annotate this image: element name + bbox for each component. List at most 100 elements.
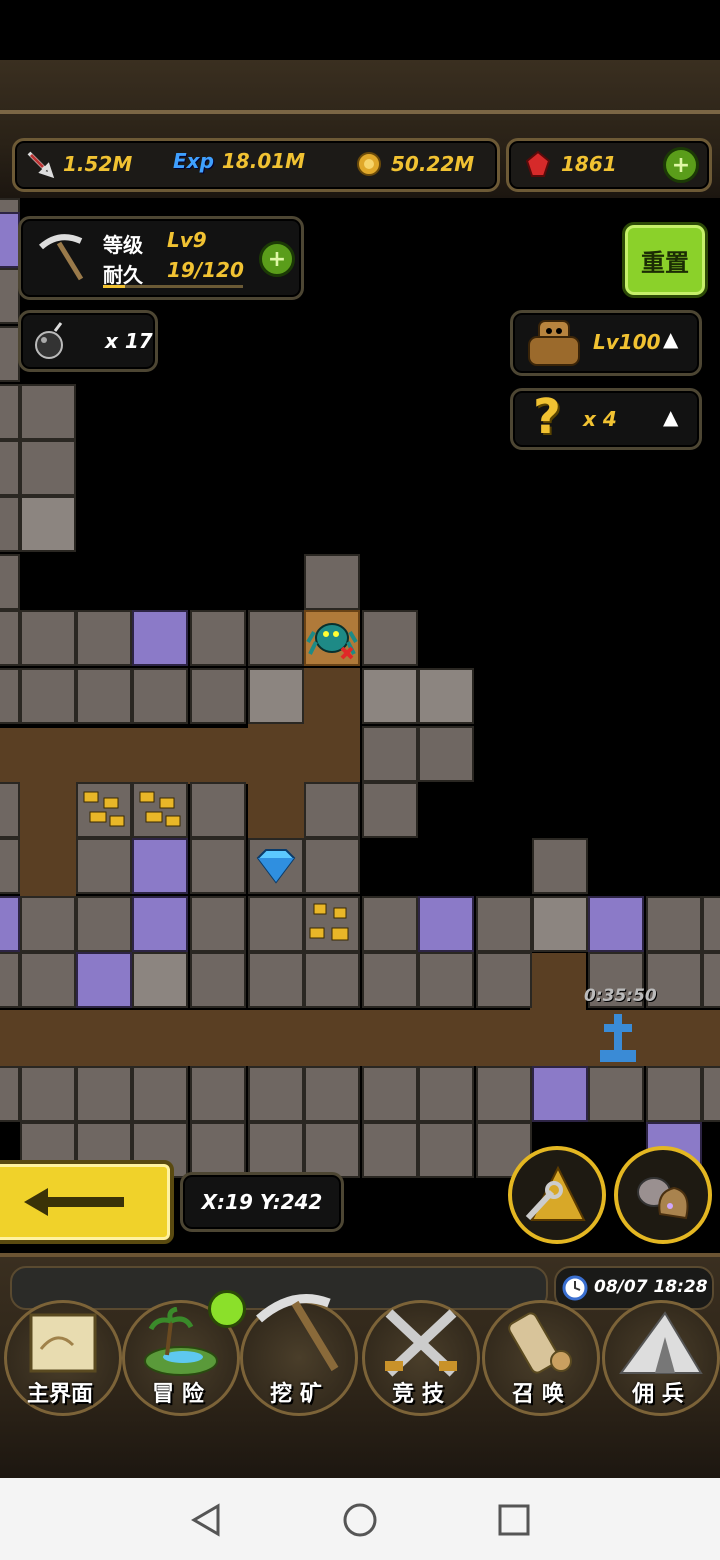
rock-tile[interactable] xyxy=(76,610,132,666)
rock-tile[interactable] xyxy=(76,1066,132,1122)
home-circle-icon[interactable] xyxy=(342,1502,378,1538)
rock-tile[interactable] xyxy=(0,1066,20,1122)
rock-tile[interactable] xyxy=(0,268,20,324)
amethyst-tile[interactable] xyxy=(532,1066,588,1122)
rock-tile[interactable] xyxy=(76,838,132,894)
rock-tile[interactable] xyxy=(702,952,720,1008)
rock-tile[interactable] xyxy=(362,726,418,782)
reset-button[interactable]: 重置 xyxy=(622,222,708,298)
rock-tile[interactable] xyxy=(248,610,304,666)
rock-tile[interactable] xyxy=(304,1066,360,1122)
rock-tile[interactable] xyxy=(76,896,132,952)
rock-tile[interactable] xyxy=(0,838,20,894)
ore-bag-button[interactable] xyxy=(614,1146,712,1244)
bomb-panel[interactable]: x 17 xyxy=(18,310,158,372)
gold-ore-tile[interactable] xyxy=(132,782,188,838)
amethyst-tile[interactable] xyxy=(588,896,644,952)
rock-tile[interactable] xyxy=(132,1066,188,1122)
rock-tile[interactable] xyxy=(362,610,418,666)
rock-tile[interactable] xyxy=(20,610,76,666)
rock-tile[interactable] xyxy=(304,554,360,610)
rock-tile[interactable] xyxy=(248,1122,304,1178)
rock-tile[interactable] xyxy=(418,1066,474,1122)
rock-tile[interactable] xyxy=(190,782,246,838)
rock-tile[interactable] xyxy=(248,952,304,1008)
rock-tile[interactable] xyxy=(362,896,418,952)
rock-tile[interactable] xyxy=(190,610,246,666)
rock-tile[interactable] xyxy=(702,896,720,952)
rock-tile[interactable] xyxy=(304,838,360,894)
rock-tile[interactable] xyxy=(190,1066,246,1122)
rock-tile[interactable] xyxy=(20,384,76,440)
rock-tile[interactable] xyxy=(532,896,588,952)
rock-tile[interactable] xyxy=(190,838,246,894)
rock-tile[interactable] xyxy=(20,496,76,552)
rock-tile[interactable] xyxy=(304,1122,360,1178)
rock-tile[interactable] xyxy=(0,782,20,838)
rock-tile[interactable] xyxy=(362,1066,418,1122)
amethyst-tile[interactable] xyxy=(418,896,474,952)
back-button[interactable] xyxy=(0,1160,174,1244)
gold-ore-tile[interactable] xyxy=(304,896,360,952)
rock-tile[interactable] xyxy=(0,440,20,496)
rock-tile[interactable] xyxy=(0,326,20,382)
rock-tile[interactable] xyxy=(20,668,76,724)
rock-tile[interactable] xyxy=(0,554,20,610)
rock-tile[interactable] xyxy=(132,952,188,1008)
rock-tile[interactable] xyxy=(0,668,20,724)
rock-tile[interactable] xyxy=(702,1066,720,1122)
rock-tile[interactable] xyxy=(476,952,532,1008)
rock-tile[interactable] xyxy=(646,1066,702,1122)
rock-tile[interactable] xyxy=(0,952,20,1008)
camp-tools-button[interactable] xyxy=(508,1146,606,1244)
expand-up-icon[interactable]: ▲ xyxy=(663,327,678,351)
rock-tile[interactable] xyxy=(76,668,132,724)
rock-tile[interactable] xyxy=(304,782,360,838)
rock-tile[interactable] xyxy=(362,1122,418,1178)
recents-square-icon[interactable] xyxy=(496,1502,532,1538)
add-gems-button[interactable]: + xyxy=(663,147,699,183)
rock-tile[interactable] xyxy=(0,384,20,440)
amethyst-tile[interactable] xyxy=(76,952,132,1008)
rock-tile[interactable] xyxy=(0,496,20,552)
amethyst-tile[interactable] xyxy=(0,212,20,268)
expand-up-icon[interactable]: ▲ xyxy=(663,405,678,429)
rock-tile[interactable] xyxy=(190,896,246,952)
rock-tile[interactable] xyxy=(362,782,418,838)
rock-tile[interactable] xyxy=(20,440,76,496)
amethyst-tile[interactable] xyxy=(132,838,188,894)
rock-tile[interactable] xyxy=(532,838,588,894)
monster-tile[interactable] xyxy=(304,610,360,666)
rock-tile[interactable] xyxy=(304,952,360,1008)
rock-tile[interactable] xyxy=(362,668,418,724)
rock-tile[interactable] xyxy=(418,1122,474,1178)
golem-panel[interactable]: Lv100 ▲ xyxy=(510,310,702,376)
rock-tile[interactable] xyxy=(588,1066,644,1122)
rock-tile[interactable] xyxy=(418,668,474,724)
rock-tile[interactable] xyxy=(476,1066,532,1122)
rock-tile[interactable] xyxy=(248,668,304,724)
gold-ore-tile[interactable] xyxy=(76,782,132,838)
rock-tile[interactable] xyxy=(20,952,76,1008)
rock-tile[interactable] xyxy=(418,726,474,782)
rock-tile[interactable] xyxy=(362,952,418,1008)
rock-tile[interactable] xyxy=(248,896,304,952)
rock-tile[interactable] xyxy=(20,896,76,952)
rock-tile[interactable] xyxy=(20,1066,76,1122)
rock-tile[interactable] xyxy=(190,952,246,1008)
rock-tile[interactable] xyxy=(132,668,188,724)
amethyst-tile[interactable] xyxy=(132,896,188,952)
rock-tile[interactable] xyxy=(0,610,20,666)
amethyst-tile[interactable] xyxy=(0,896,20,952)
rock-tile[interactable] xyxy=(248,1066,304,1122)
rock-tile[interactable] xyxy=(190,668,246,724)
upgrade-pickaxe-button[interactable]: + xyxy=(259,241,295,277)
rock-tile[interactable] xyxy=(418,952,474,1008)
diamond-tile[interactable] xyxy=(248,838,304,894)
back-triangle-icon[interactable] xyxy=(188,1502,224,1538)
rock-tile[interactable] xyxy=(190,1122,246,1178)
rock-tile[interactable] xyxy=(646,896,702,952)
rock-tile[interactable] xyxy=(476,896,532,952)
amethyst-tile[interactable] xyxy=(132,610,188,666)
mystery-panel[interactable]: ? x 4 ▲ xyxy=(510,388,702,450)
